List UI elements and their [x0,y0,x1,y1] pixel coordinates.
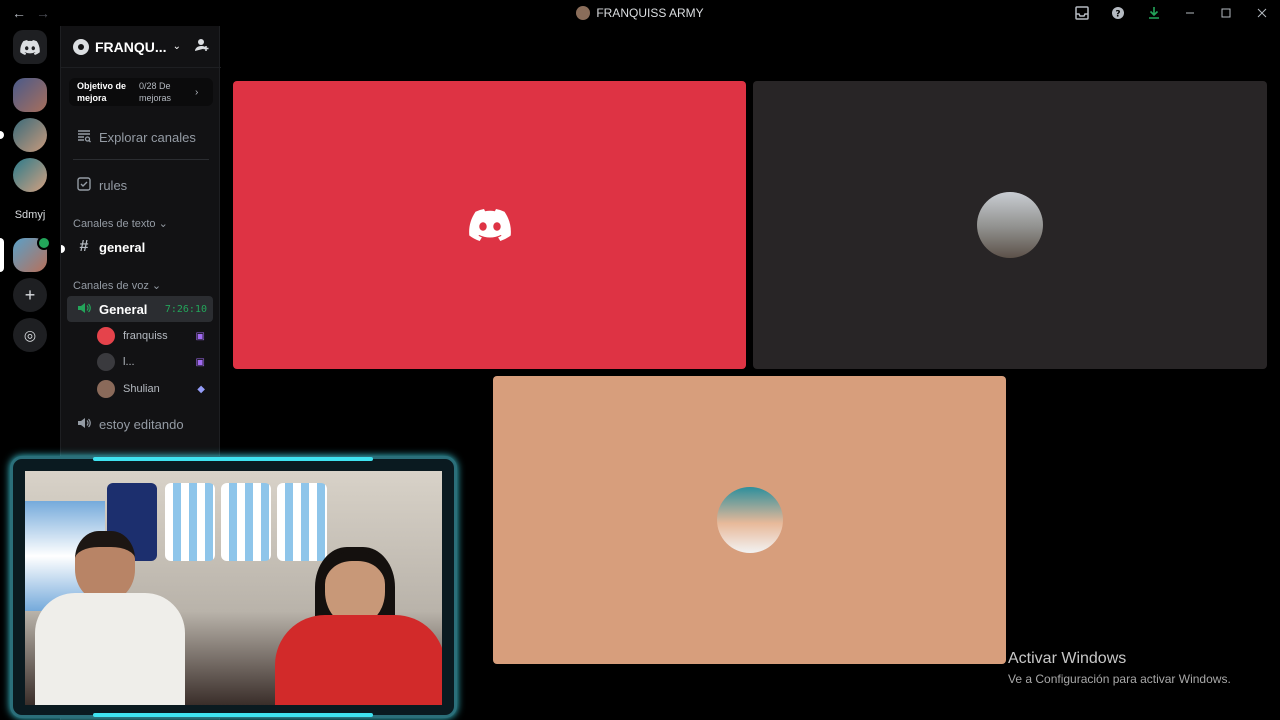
webcam-feed [25,471,442,705]
compass-icon: ◎ [23,326,37,343]
maximize-icon[interactable] [1208,4,1244,22]
category-text-channels[interactable]: Canales de texto ⌄ [73,217,168,230]
avatar [97,380,115,398]
voice-channel-label: estoy editando [99,416,184,432]
server-icon-sdmyj[interactable]: Sdmyj [13,198,47,232]
direct-messages-button[interactable] [13,30,47,64]
window-title-text: FRANQUISS ARMY [596,6,704,20]
channel-rules-label: rules [99,177,128,193]
participant-tile-member[interactable] [753,81,1267,369]
chevron-down-icon: ⌄ [151,280,162,292]
server-icon-1[interactable] [13,78,47,112]
voice-channel-general[interactable]: General 7:26:10 [67,296,213,322]
voice-active-icon [37,236,51,250]
minimize-icon[interactable] [1172,4,1208,22]
webcam-frame-accent [93,457,373,461]
server-icon-franquiss-army[interactable] [13,236,51,272]
voice-member[interactable]: franquiss ▣ [97,325,209,347]
server-unread-pill [0,131,4,139]
title-bar: ← → FRANQUISS ARMY ? [0,0,1280,26]
channel-rules[interactable]: rules [67,172,213,198]
explore-servers-button[interactable]: ◎ [13,318,47,352]
webcam-overlay [10,456,457,718]
invite-people-icon[interactable] [195,38,209,55]
add-server-button[interactable]: + [13,278,47,312]
inbox-icon[interactable] [1064,4,1100,22]
speaker-icon [75,301,93,318]
watermark-title: Activar Windows [1008,650,1127,667]
server-avatar-icon [576,6,591,20]
watermark-subtitle: Ve a Configuración para activar Windows. [1008,672,1231,686]
unread-indicator [61,245,65,253]
person-image [275,547,442,705]
boost-goal-banner[interactable]: Objetivo de mejora 0/28 De mejoras › [69,78,213,106]
person-image [35,531,185,705]
boost-count: 0/28 De mejoras [139,81,172,103]
gamepad-icon: ◆ [197,383,205,395]
avatar [716,487,783,553]
member-name: l... [123,356,135,368]
channel-general-label: general [99,239,146,255]
category-voice-channels[interactable]: Canales de voz ⌄ [73,279,161,292]
speaker-icon [75,416,93,433]
boost-goal-label: Objetivo de mejora [77,81,127,103]
chevron-down-icon: ⌄ [158,218,168,230]
streaming-icon: ▣ [195,356,205,368]
discord-logo-icon [468,209,511,241]
jersey-image [277,483,327,561]
plus-icon: + [24,284,36,305]
windows-activation-watermark: Activar Windows Ve a Configuración para … [1008,650,1231,686]
discord-logo-icon [20,39,40,55]
avatar [97,353,115,371]
voice-member[interactable]: Shulian ◆ [97,378,209,400]
close-icon[interactable] [1244,4,1280,22]
voice-channel-name: General [99,301,148,317]
divider [73,159,209,160]
server-header[interactable]: FRANQU... ⌄ [61,26,221,68]
member-name: franquiss [123,330,168,342]
category-text-label: Canales de texto [73,218,156,230]
download-icon[interactable] [1136,4,1172,22]
help-icon[interactable]: ? [1100,4,1136,22]
participant-tile-shulian[interactable] [493,376,1006,664]
explore-channels-label: Explorar canales [99,129,196,145]
server-badge-icon [73,38,89,55]
server-label: Sdmyj [14,209,46,221]
chevron-down-icon: ⌄ [172,41,181,52]
streaming-icon: ▣ [195,330,205,342]
jersey-image [221,483,271,561]
chevron-right-icon: › [195,86,199,98]
participant-tile-franquiss[interactable] [233,81,746,369]
avatar [97,327,115,345]
rules-check-icon [75,176,93,194]
voice-member[interactable]: l... ▣ [97,351,209,373]
hashtag-icon: # [79,238,89,255]
category-voice-label: Canales de voz [73,280,149,292]
explore-channels-item[interactable]: Explorar canales [67,124,213,150]
avatar [977,192,1043,258]
webcam-frame-accent [93,713,373,717]
server-icon-2[interactable] [13,118,47,152]
svg-text:?: ? [1115,10,1120,20]
server-name: FRANQU... [95,38,167,55]
explore-channels-icon [75,129,93,146]
server-icon-3[interactable] [13,158,47,192]
window-controls: ? [1064,4,1280,22]
member-name: Shulian [123,383,160,395]
server-selected-pill [0,238,4,272]
voice-channel-estoy-editando[interactable]: estoy editando [67,411,213,437]
channel-general-text[interactable]: # general [67,234,213,260]
voice-timer: 7:26:10 [164,303,207,315]
